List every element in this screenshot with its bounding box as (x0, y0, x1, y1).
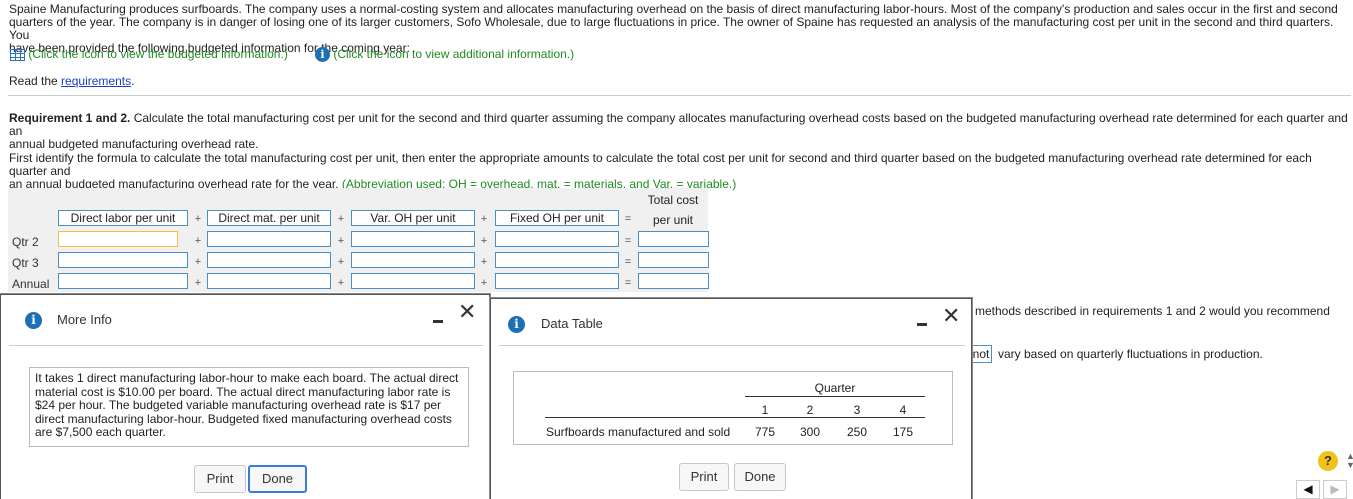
quarter-header: Quarter (814, 381, 856, 395)
header-direct-labor[interactable]: Direct labor per unit (58, 210, 188, 226)
header-rule (545, 417, 925, 418)
minimize-icon[interactable] (917, 323, 927, 326)
plus-sign: + (480, 277, 488, 289)
total-header-bottom: per unit (652, 213, 694, 227)
plus-sign: + (194, 235, 202, 247)
additional-info-link[interactable]: (Click the icon to view additional infor… (333, 47, 574, 61)
plus-sign: + (337, 256, 345, 268)
plus-sign: + (337, 235, 345, 247)
header-rule (745, 396, 925, 397)
qtr2-direct-labor-input[interactable] (58, 231, 178, 247)
additional-info-link-row[interactable]: i (Click the icon to view additional inf… (315, 47, 574, 63)
help-icon[interactable]: ? (1318, 451, 1338, 471)
budget-info-link-row[interactable]: (Click the icon to view the budgeted inf… (10, 47, 288, 61)
done-button[interactable]: Done (248, 465, 307, 493)
table-icon[interactable] (10, 48, 25, 61)
annual-direct-mat-input[interactable] (207, 273, 331, 289)
annual-direct-labor-input[interactable] (58, 273, 188, 289)
minimize-icon[interactable] (433, 320, 443, 323)
budget-info-link[interactable]: (Click the icon to view the budgeted inf… (28, 47, 287, 61)
equals-sign: = (624, 277, 632, 289)
qtr3-var-oh-input[interactable] (351, 252, 475, 268)
quarter-1: 1 (761, 403, 769, 417)
close-icon[interactable]: ✕ (458, 301, 476, 323)
requirement-text: Requirement 1 and 2. Calculate the total… (9, 111, 1348, 151)
more-info-body: It takes 1 direct manufacturing labor-ho… (29, 367, 469, 447)
value-q1: 775 (754, 425, 776, 439)
plus-sign: + (194, 213, 202, 225)
qtr3-fixed-oh-input[interactable] (495, 252, 619, 268)
data-table-dialog: i Data Table ✕ Quarter 1 2 3 4 Surfboard… (490, 298, 972, 499)
value-q2: 300 (799, 425, 821, 439)
annual-total-input[interactable] (638, 273, 709, 289)
scroll-arrows-icon[interactable]: ▲ ▼ (1346, 452, 1353, 470)
plus-sign: + (194, 256, 202, 268)
requirement-label: Requirement 1 and 2. (9, 111, 131, 125)
info-icon: i (508, 316, 525, 333)
prev-button[interactable]: ◀ (1296, 480, 1320, 499)
row-label-annual: Annual (12, 277, 50, 291)
vary-dropdown[interactable]: not (970, 345, 992, 363)
plus-sign: + (337, 213, 345, 225)
quarter-4: 4 (899, 403, 907, 417)
header-var-oh[interactable]: Var. OH per unit (351, 210, 475, 226)
more-info-dialog: i More Info ✕ It takes 1 direct manufact… (0, 294, 490, 499)
requirement3-text-2: vary based on quarterly fluctuations in … (998, 347, 1263, 361)
done-button[interactable]: Done (734, 463, 786, 491)
qtr3-total-input[interactable] (638, 252, 709, 268)
instruction-text: First identify the formula to calculate … (9, 151, 1312, 191)
row-label-qtr2: Qtr 2 (12, 235, 39, 249)
info-icon: i (25, 312, 42, 329)
row-label-qtr3: Qtr 3 (12, 256, 39, 270)
qtr2-fixed-oh-input[interactable] (495, 231, 619, 247)
qtr3-direct-mat-input[interactable] (207, 252, 331, 268)
quarter-2: 2 (806, 403, 814, 417)
total-header-top: Total cost (647, 193, 699, 207)
annual-var-oh-input[interactable] (351, 273, 475, 289)
intro-line-2: quarters of the year. The company is in … (9, 15, 1334, 42)
plus-sign: + (480, 256, 488, 268)
dialog-divider (9, 345, 483, 346)
plus-sign: + (480, 235, 488, 247)
quarter-3: 3 (853, 403, 861, 417)
equals-sign: = (624, 213, 632, 225)
qtr2-direct-mat-input[interactable] (207, 231, 331, 247)
next-button[interactable]: ▶ (1323, 480, 1347, 499)
plus-sign: + (194, 277, 202, 289)
equals-sign: = (624, 235, 632, 247)
equals-sign: = (624, 256, 632, 268)
row-label: Surfboards manufactured and sold (546, 425, 731, 439)
close-icon[interactable]: ✕ (942, 305, 960, 327)
data-table-title: Data Table (541, 316, 603, 331)
divider (8, 95, 1351, 96)
header-direct-mat[interactable]: Direct mat. per unit (207, 210, 331, 226)
qtr2-var-oh-input[interactable] (351, 231, 475, 247)
print-button[interactable]: Print (194, 465, 246, 493)
info-icon[interactable]: i (315, 47, 330, 63)
requirements-link[interactable]: requirements (61, 74, 131, 88)
data-table: Quarter 1 2 3 4 Surfboards manufactured … (513, 371, 953, 445)
print-button[interactable]: Print (679, 463, 729, 491)
read-requirements: Read the requirements. (9, 74, 135, 88)
dialog-divider (499, 345, 965, 346)
qtr2-total-input[interactable] (638, 231, 709, 247)
plus-sign: + (480, 213, 488, 225)
qtr3-direct-labor-input[interactable] (58, 252, 188, 268)
plus-sign: + (337, 277, 345, 289)
annual-fixed-oh-input[interactable] (495, 273, 619, 289)
requirement3-text: methods described in requirements 1 and … (975, 304, 1330, 318)
more-info-title: More Info (57, 312, 112, 327)
value-q3: 250 (846, 425, 868, 439)
value-q4: 175 (892, 425, 914, 439)
header-fixed-oh[interactable]: Fixed OH per unit (495, 210, 619, 226)
